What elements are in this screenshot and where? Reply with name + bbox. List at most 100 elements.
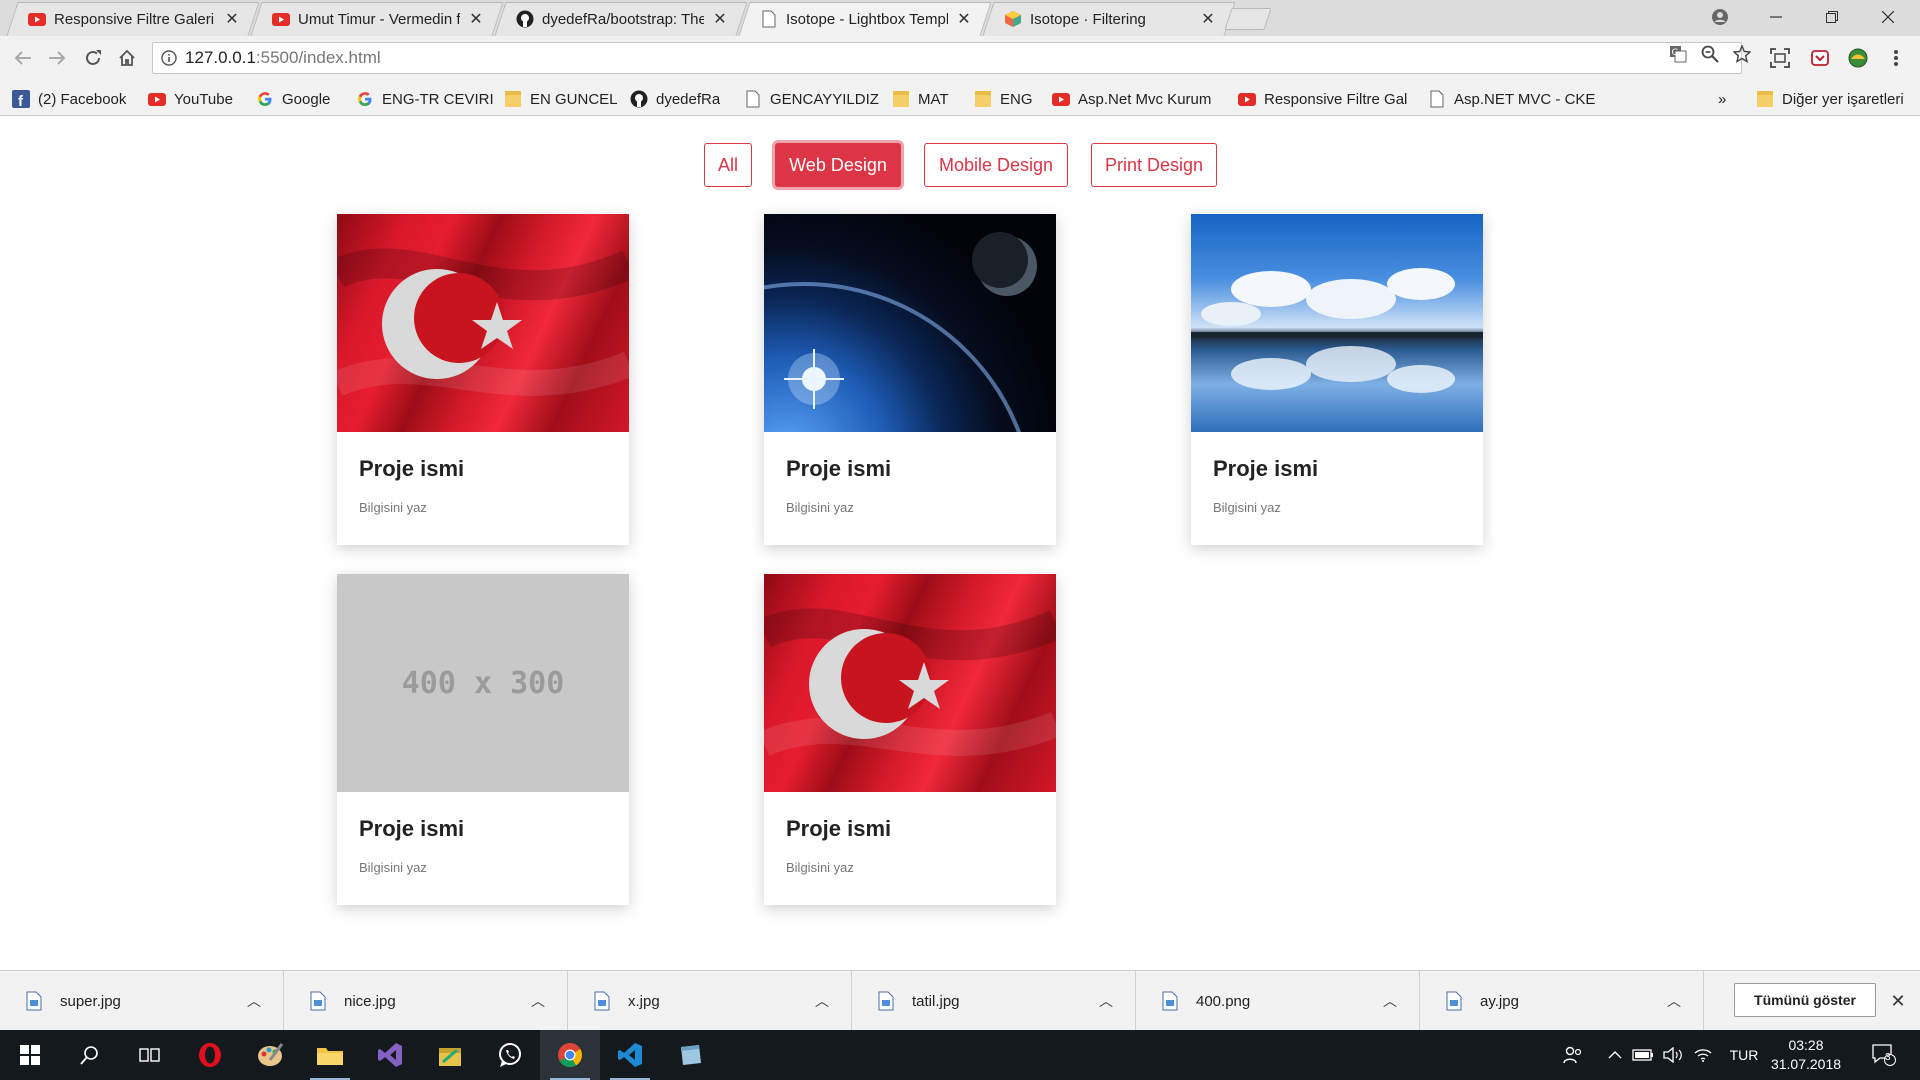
battery-icon[interactable] xyxy=(1630,1030,1656,1080)
wifi-icon[interactable] xyxy=(1690,1030,1716,1080)
download-item[interactable]: 400.png ︿ xyxy=(1136,971,1420,1031)
bookmark-label: YouTube xyxy=(174,90,233,108)
back-icon[interactable] xyxy=(8,43,38,73)
overflow-chevron-icon: » xyxy=(1718,90,1727,108)
bookmark-label: Asp.NET MVC - CKE xyxy=(1454,90,1596,108)
project-image-lake-clouds[interactable] xyxy=(1191,214,1483,432)
address-bar[interactable]: 127.0.0.1:5500/index.html xyxy=(152,42,1742,74)
download-item[interactable]: nice.jpg ︿ xyxy=(284,971,568,1031)
chevron-up-icon[interactable]: ︿ xyxy=(1375,991,1405,1011)
download-item[interactable]: ay.jpg ︿ xyxy=(1420,971,1704,1031)
download-item[interactable]: super.jpg ︿ xyxy=(0,971,284,1031)
info-icon[interactable] xyxy=(161,50,177,66)
chrome-icon[interactable] xyxy=(540,1030,600,1080)
bookmark-aspnet-mvc-cke[interactable]: Asp.NET MVC - CKE xyxy=(1428,88,1598,110)
chevron-up-icon[interactable] xyxy=(1604,1030,1626,1080)
bookmark-responsive-filtre[interactable]: Responsive Filtre Gal xyxy=(1238,88,1410,110)
profile-icon[interactable] xyxy=(1694,0,1746,34)
youtube-icon xyxy=(148,90,166,108)
close-icon[interactable]: ✕ xyxy=(712,9,728,29)
chevron-up-icon[interactable]: ︿ xyxy=(807,991,837,1011)
paint-icon[interactable] xyxy=(240,1030,300,1080)
bookmark-star-icon[interactable] xyxy=(1732,44,1752,64)
bookmark-facebook[interactable]: f (2) Facebook xyxy=(12,88,126,110)
forward-icon[interactable] xyxy=(42,43,72,73)
filter-web-design-button[interactable]: Web Design xyxy=(775,143,901,187)
url-text: 127.0.0.1:5500/index.html xyxy=(185,48,381,68)
tab-4-active[interactable]: Isotope - Lightbox Templ ✕ xyxy=(736,2,992,36)
home-icon[interactable] xyxy=(112,43,142,73)
tab-5[interactable]: Isotope · Filtering ✕ xyxy=(980,2,1236,36)
bookmark-gencayyildiz[interactable]: GENCAYYILDIZ xyxy=(744,88,879,110)
close-icon[interactable]: ✕ xyxy=(1886,989,1910,1013)
project-card[interactable]: Proje ismi Bilgisini yaz xyxy=(1191,214,1483,545)
tab-title: dyedefRa/bootstrap: The xyxy=(542,10,704,28)
bookmark-dyedefra[interactable]: dyedefRa xyxy=(630,88,720,110)
chevron-up-icon[interactable]: ︿ xyxy=(1659,991,1689,1011)
opera-icon[interactable] xyxy=(180,1030,240,1080)
bookmark-folder-en-guncel[interactable]: EN GUNCEL xyxy=(504,88,618,110)
new-tab-button[interactable] xyxy=(1224,8,1272,30)
bookmark-folder-eng[interactable]: ENG xyxy=(974,88,1033,110)
close-icon[interactable]: ✕ xyxy=(956,9,972,29)
notification-center-icon[interactable]: 3 xyxy=(1864,1030,1904,1080)
start-button[interactable] xyxy=(0,1030,60,1080)
project-image-placeholder[interactable]: 400 x 300 xyxy=(337,574,629,792)
search-icon[interactable] xyxy=(60,1030,120,1080)
bookmark-aspnet-mvc-kurum[interactable]: Asp.Net Mvc Kurum xyxy=(1052,88,1222,110)
chevron-up-icon[interactable]: ︿ xyxy=(1091,991,1121,1011)
filter-all-button[interactable]: All xyxy=(704,143,752,187)
close-icon[interactable]: ✕ xyxy=(224,9,240,29)
pocket-extension-icon[interactable] xyxy=(1808,46,1832,70)
download-item[interactable]: x.jpg ︿ xyxy=(568,971,852,1031)
menu-icon[interactable] xyxy=(1884,46,1908,70)
bookmarks-overflow-button[interactable]: » xyxy=(1718,88,1726,110)
close-window-button[interactable] xyxy=(1862,0,1914,34)
visual-studio-icon[interactable] xyxy=(360,1030,420,1080)
project-image-turkish-flag[interactable] xyxy=(764,574,1056,792)
vscode-icon[interactable] xyxy=(600,1030,660,1080)
card-title: Proje ismi xyxy=(359,456,465,481)
people-icon[interactable] xyxy=(1558,1030,1588,1080)
bookmark-eng-tr[interactable]: ENG-TR CEVIRI xyxy=(356,88,494,110)
download-item[interactable]: tatil.jpg ︿ xyxy=(852,971,1136,1031)
tab-3[interactable]: dyedefRa/bootstrap: The ✕ xyxy=(492,2,748,36)
project-image-earth-space[interactable] xyxy=(764,214,1056,432)
system-clock[interactable]: 03:28 31.07.2018 xyxy=(1762,1036,1850,1074)
notification-count: 3 xyxy=(1885,1052,1891,1063)
volume-icon[interactable] xyxy=(1660,1030,1686,1080)
project-card[interactable]: 400 x 300 Proje ismi Bilgisini yaz xyxy=(337,574,629,905)
bookmark-folder-mat[interactable]: MAT xyxy=(892,88,949,110)
project-card[interactable]: Proje ismi Bilgisini yaz xyxy=(764,214,1056,545)
minimize-button[interactable] xyxy=(1750,0,1802,34)
card-title: Proje ismi xyxy=(1213,456,1319,481)
input-language-indicator[interactable]: TUR xyxy=(1724,1030,1764,1080)
bookmark-google[interactable]: Google xyxy=(256,88,330,110)
translate-icon[interactable]: G xyxy=(1668,44,1688,64)
chevron-up-icon[interactable]: ︿ xyxy=(239,991,269,1011)
tools-app-icon[interactable] xyxy=(420,1030,480,1080)
screenshot-extension-icon[interactable] xyxy=(1768,46,1792,70)
notepad-app-icon[interactable] xyxy=(660,1030,720,1080)
show-all-downloads-button[interactable]: Tümünü göster xyxy=(1734,983,1876,1017)
project-card[interactable]: Proje ismi Bilgisini yaz xyxy=(337,214,629,545)
restore-button[interactable] xyxy=(1806,0,1858,34)
whatsapp-icon[interactable] xyxy=(480,1030,540,1080)
project-image-turkish-flag[interactable] xyxy=(337,214,629,432)
zoom-icon[interactable] xyxy=(1700,44,1720,64)
tab-2[interactable]: Umut Timur - Vermedin f ✕ xyxy=(248,2,504,36)
filter-mobile-design-button[interactable]: Mobile Design xyxy=(924,143,1068,187)
reload-icon[interactable] xyxy=(78,43,108,73)
vpn-extension-icon[interactable] xyxy=(1846,46,1870,70)
filter-print-design-button[interactable]: Print Design xyxy=(1091,143,1217,187)
close-icon[interactable]: ✕ xyxy=(1200,9,1216,29)
bookmark-youtube[interactable]: YouTube xyxy=(148,88,233,110)
task-view-icon[interactable] xyxy=(120,1030,180,1080)
close-icon[interactable]: ✕ xyxy=(468,9,484,29)
project-card[interactable]: Proje ismi Bilgisini yaz xyxy=(764,574,1056,905)
tab-1[interactable]: Responsive Filtre Galeri Ya ✕ xyxy=(4,2,260,36)
file-explorer-icon[interactable] xyxy=(300,1030,360,1080)
chevron-up-icon[interactable]: ︿ xyxy=(523,991,553,1011)
page-icon xyxy=(760,10,778,28)
other-bookmarks-folder[interactable]: Diğer yer işaretleri xyxy=(1756,88,1904,110)
